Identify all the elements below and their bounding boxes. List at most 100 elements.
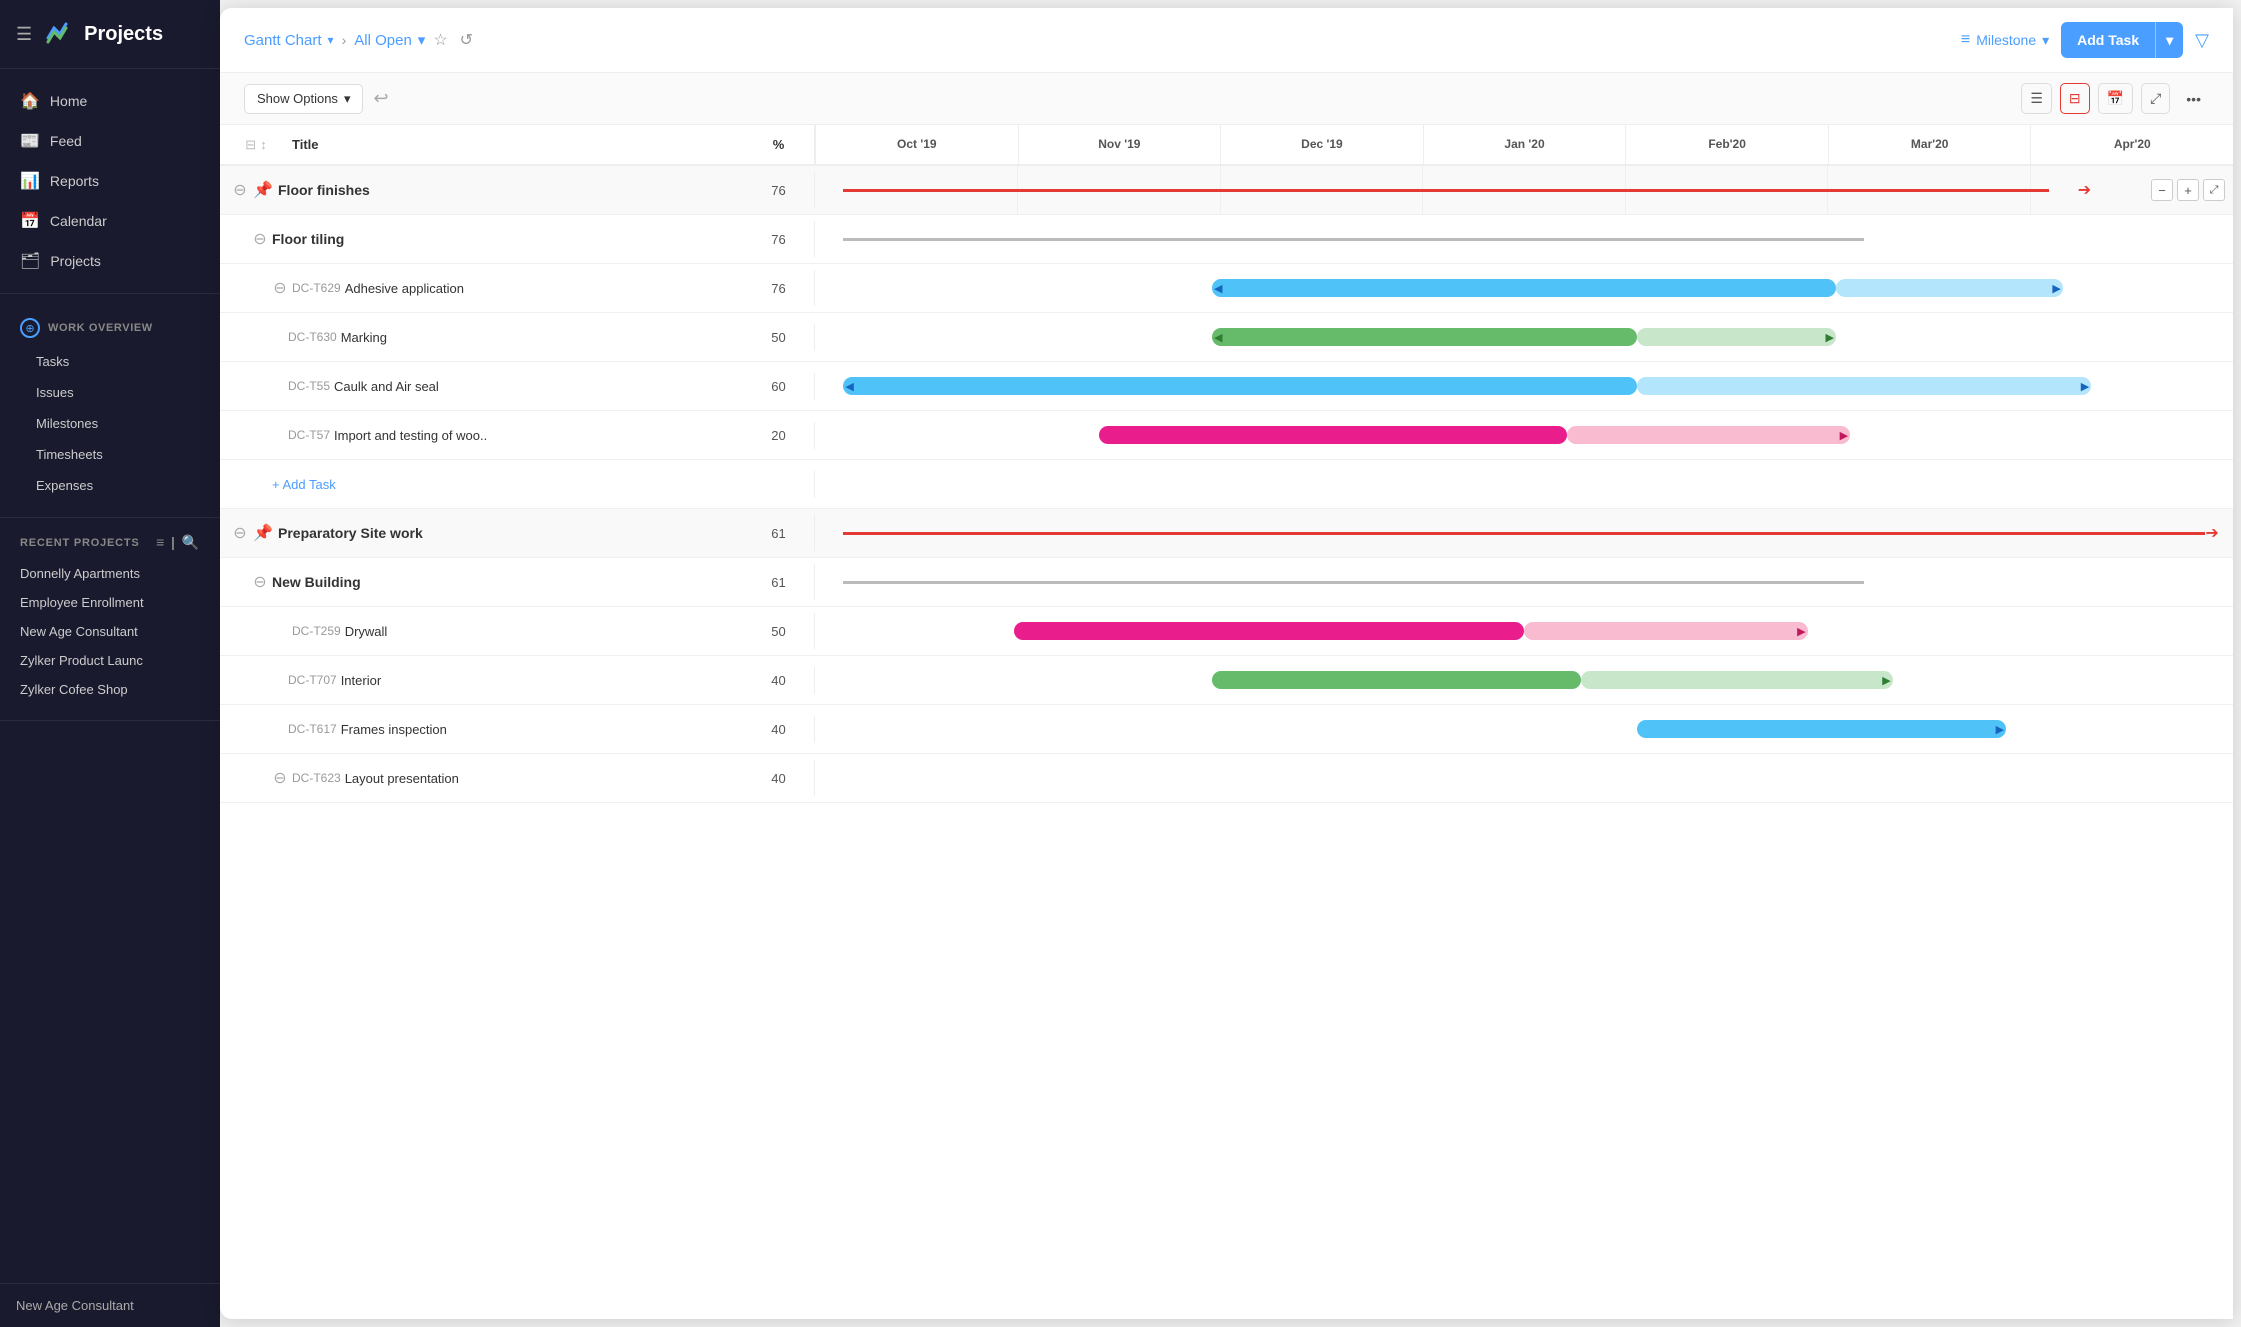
toolbar-left: Show Options ▾ ↩	[244, 84, 389, 114]
sidebar-item-milestones[interactable]: Milestones	[0, 408, 220, 439]
bar-dc-t57: ▶	[815, 411, 2233, 459]
expand-prep-site[interactable]: ⊖	[228, 521, 252, 545]
show-options-button[interactable]: Show Options ▾	[244, 84, 363, 114]
milestone-button[interactable]: ≡ Milestone ▾	[1961, 31, 2049, 49]
filter-icon[interactable]: ▽	[2195, 30, 2209, 51]
bar-dc-t55-blue: ◀	[843, 377, 1637, 395]
pct-dc-t617: 40	[751, 722, 806, 737]
all-open-dropdown[interactable]: ▾	[418, 31, 426, 49]
month-nov: Nov '19	[1018, 125, 1221, 164]
cell-left-dc-t57: DC-T57 Import and testing of woo.. 20	[220, 422, 815, 449]
expand-new-building[interactable]: ⊖	[248, 570, 272, 594]
task-name-floor-tiling: Floor tiling	[272, 231, 751, 247]
task-name-dc-t57: Import and testing of woo..	[334, 428, 751, 443]
plus-btn[interactable]: +	[2177, 179, 2199, 201]
collapse-icon[interactable]: ⊟	[245, 137, 256, 153]
list-view-button[interactable]: ☰	[2021, 83, 2052, 114]
bar-dc-t259-right-arrow: ▶	[1797, 625, 1805, 638]
gantt-months: Oct '19 Nov '19 Dec '19 Jan '20 Feb'20 M…	[815, 125, 2233, 164]
toolbar-right: ☰ ⊟ 📅 ⤢ •••	[2021, 83, 2209, 114]
star-icon[interactable]: ☆	[433, 30, 447, 50]
sort-icon[interactable]: ↕	[260, 137, 267, 152]
filter-icon-small[interactable]: ≡	[156, 534, 165, 551]
recent-project-donnelly[interactable]: Donnelly Apartments	[0, 559, 220, 588]
calendar-view-button[interactable]: 📅	[2098, 83, 2133, 114]
cell-right-dc-t259: ▶	[815, 607, 2233, 655]
sidebar-item-calendar[interactable]: 📅 Calendar	[0, 201, 220, 241]
cell-right-dc-t630: ◀ ▶	[815, 313, 2233, 361]
list-view-icon: ☰	[2030, 90, 2043, 107]
cell-right-dc-t617: ▶	[815, 705, 2233, 753]
milestone-dropdown[interactable]: ▾	[2042, 32, 2049, 49]
expand-floor-tiling[interactable]: ⊖	[248, 227, 272, 251]
sidebar-item-expenses[interactable]: Expenses	[0, 470, 220, 501]
feed-icon: 📰	[20, 131, 40, 151]
footer-project-name: New Age Consultant	[16, 1298, 134, 1313]
task-name-dc-t629: Adhesive application	[345, 281, 751, 296]
bar-floor-finishes: ➔ − + ⤢	[815, 166, 2233, 214]
expand-floor-finishes[interactable]: ⊖	[228, 178, 252, 202]
bar-dc-t617-blue: ▶	[1637, 720, 2006, 738]
row-dc-t629: ⊖ DC-T629 Adhesive application 76 ◀ ▶	[220, 264, 2233, 313]
cell-right-dc-t629: ◀ ▶	[815, 264, 2233, 312]
expand-view-button[interactable]: ⤢	[2141, 83, 2170, 114]
add-task-label-1[interactable]: + Add Task	[272, 477, 806, 492]
expand-dc-t259[interactable]	[268, 619, 292, 643]
month-mar: Mar'20	[1828, 125, 2031, 164]
recent-project-employee[interactable]: Employee Enrollment	[0, 588, 220, 617]
add-task-dropdown[interactable]: ▾	[2156, 23, 2183, 58]
hamburger-icon[interactable]: ☰	[16, 24, 32, 45]
bar-dc-t55-light: ▶	[1637, 377, 2091, 395]
app-title: Projects	[84, 23, 163, 46]
undo-button[interactable]: ↩	[373, 88, 388, 109]
search-icon-small[interactable]: 🔍	[182, 534, 200, 551]
breadcrumb-gantt[interactable]: Gantt Chart ▾	[244, 32, 334, 49]
minus-btn[interactable]: −	[2151, 179, 2173, 201]
sidebar-item-issues[interactable]: Issues	[0, 377, 220, 408]
expand-btn[interactable]: ⤢	[2203, 179, 2225, 201]
add-task-label: Add Task	[2061, 23, 2155, 57]
breadcrumb-allopen[interactable]: All Open ▾	[354, 31, 425, 49]
cell-right-floor-tiling	[815, 215, 2233, 263]
bar-floor-finishes-line	[843, 189, 2048, 192]
task-name-prep-site: Preparatory Site work	[278, 525, 751, 541]
bar-dc-t259: ▶	[815, 607, 2233, 655]
gantt-chart-dropdown[interactable]: ▾	[328, 33, 334, 47]
recent-project-zylker-product[interactable]: Zylker Product Launc	[0, 646, 220, 675]
refresh-icon[interactable]: ↺	[460, 30, 473, 50]
sidebar-item-reports-label: Reports	[50, 173, 99, 189]
expand-dc-t629[interactable]: ⊖	[268, 276, 292, 300]
bar-dc-t629-right-arrow: ▶	[2052, 282, 2060, 295]
row-add-task-1: + Add Task	[220, 460, 2233, 509]
row-dc-t707: DC-T707 Interior 40 ▶	[220, 656, 2233, 705]
cell-left-dc-t707: DC-T707 Interior 40	[220, 667, 815, 694]
sidebar-item-feed[interactable]: 📰 Feed	[0, 121, 220, 161]
gantt-header: ⊟ ↕ Title % Oct '19 Nov '19 Dec '19 Jan …	[220, 125, 2233, 166]
sidebar-item-home[interactable]: 🏠 Home	[0, 81, 220, 121]
sidebar-item-reports[interactable]: 📊 Reports	[0, 161, 220, 201]
gantt-view-button[interactable]: ⊟	[2060, 83, 2090, 114]
more-options-button[interactable]: •••	[2178, 85, 2209, 113]
pct-dc-t623: 40	[751, 771, 806, 786]
recent-project-newage[interactable]: New Age Consultant	[0, 617, 220, 646]
sidebar-item-tasks[interactable]: Tasks	[0, 346, 220, 377]
sidebar-item-projects-label: Projects	[50, 253, 101, 269]
col-title: Title	[284, 125, 751, 164]
bar-dc-t259-light: ▶	[1524, 622, 1808, 640]
sidebar-item-projects[interactable]: 🗂 Projects	[0, 241, 220, 281]
show-options-chevron: ▾	[344, 91, 351, 107]
sidebar-header: ☰ Projects	[0, 0, 220, 69]
recent-project-zylker-coffee[interactable]: Zylker Cofee Shop	[0, 675, 220, 704]
bar-dc-t57-light: ▶	[1567, 426, 1851, 444]
expand-dc-t623[interactable]: ⊖	[268, 766, 292, 790]
gantt-left-header: ⊟ ↕ Title %	[220, 125, 815, 164]
cell-right-dc-t623	[815, 754, 2233, 802]
row-dc-t623: ⊖ DC-T623 Layout presentation 40	[220, 754, 2233, 803]
sidebar-item-timesheets[interactable]: Timesheets	[0, 439, 220, 470]
logo-icon	[42, 18, 74, 50]
task-name-dc-t707: Interior	[341, 673, 751, 688]
row-dc-t617: DC-T617 Frames inspection 40 ▶	[220, 705, 2233, 754]
cell-right-floor-finishes: ➔ − + ⤢	[815, 166, 2233, 214]
add-task-button[interactable]: Add Task ▾	[2061, 22, 2183, 58]
recent-projects-section: RECENT PROJECTS ≡ | 🔍 Donnelly Apartment…	[0, 518, 220, 721]
